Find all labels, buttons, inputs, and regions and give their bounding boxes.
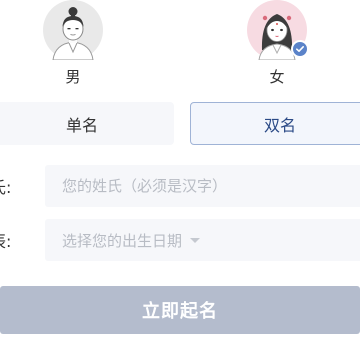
gender-label-male: 男 — [65, 68, 81, 86]
gender-label-female: 女 — [269, 68, 285, 86]
caret-down-icon — [190, 237, 201, 243]
surname-row: 氏: — [0, 165, 360, 207]
birth-date-placeholder: 选择您的出生日期 — [62, 231, 183, 250]
check-icon — [291, 40, 309, 58]
surname-label: 氏: — [0, 178, 12, 197]
male-avatar-icon — [43, 0, 103, 60]
gender-option-female[interactable]: 女 — [232, 0, 322, 95]
birth-date-picker[interactable]: 选择您的出生日期 — [45, 219, 360, 261]
double-name-button[interactable]: 双名 — [190, 102, 360, 145]
birth-date-label: 辰: — [0, 232, 12, 251]
female-avatar-icon — [247, 0, 309, 60]
single-name-button[interactable]: 单名 — [0, 102, 174, 145]
birth-date-row: 辰: 选择您的出生日期 — [0, 219, 360, 261]
surname-field — [45, 165, 360, 207]
generate-name-button[interactable]: 立即起名 — [0, 286, 360, 334]
naming-form-page: 男 女 单名 双名: 您的姓氏（必须是汉字）: 选择您的出生日期 立即起名 — [0, 0, 360, 360]
name-type-toggle: 单名 双名 — [0, 102, 360, 145]
gender-option-male[interactable]: 男 — [28, 0, 118, 95]
surname-input[interactable] — [62, 177, 360, 195]
